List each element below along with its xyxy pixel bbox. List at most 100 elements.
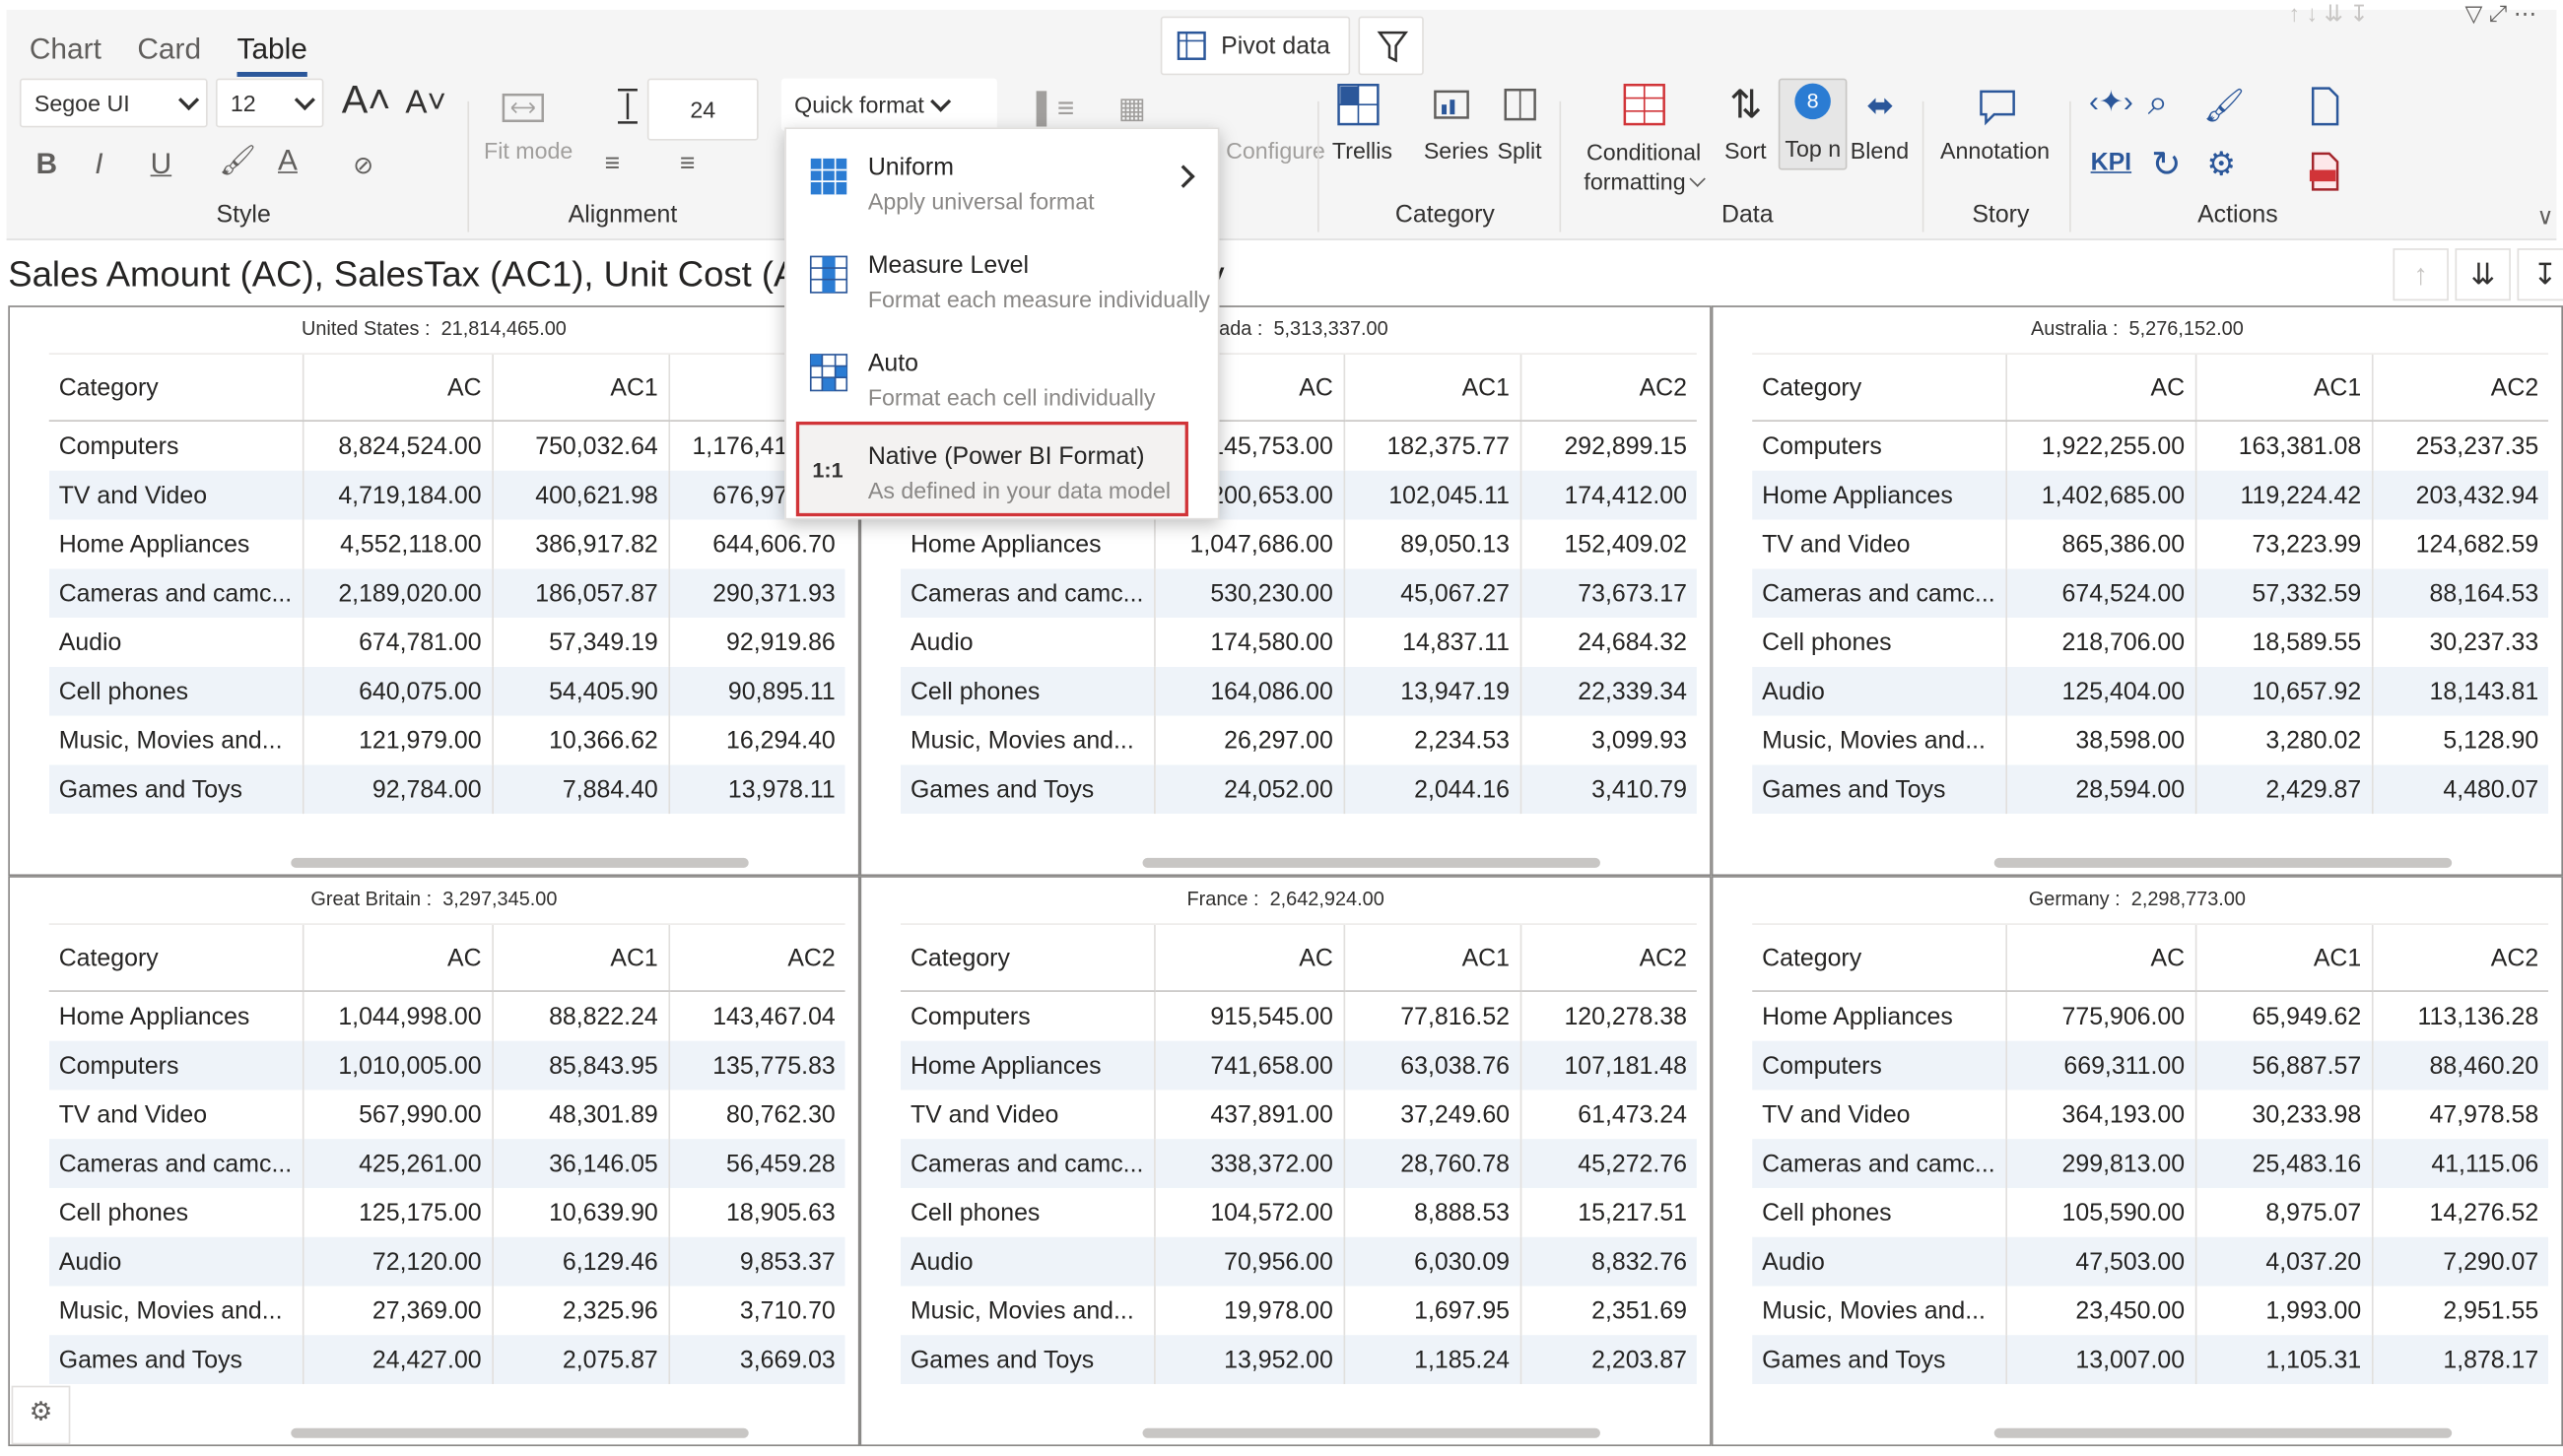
horizontal-scrollbar[interactable] [1993, 857, 2453, 868]
table-row[interactable]: Music, Movies and... 19,978.00 1,697.95 2,3… [901, 1286, 1697, 1336]
expand-all-button[interactable]: ⇊ [2455, 248, 2511, 301]
table-row[interactable]: Games and Toys 24,427.00 2,075.87 3,669.03 [48, 1335, 845, 1385]
table-row[interactable]: Audio 125,404.00 10,657.92 18,143.81 [1752, 666, 2549, 716]
underline-icon[interactable]: U [151, 147, 172, 181]
horizontal-scrollbar[interactable] [291, 1427, 749, 1438]
table-row[interactable]: Cell phones 105,590.00 8,975.07 14,276.52 [1752, 1187, 2549, 1237]
table-row[interactable]: Computers 669,311.00 56,887.57 88,460.20 [1752, 1040, 2549, 1091]
blend-icon[interactable]: ⬌ [1866, 85, 1894, 125]
layout-icon[interactable]: ▦ [1118, 92, 1146, 126]
table-row[interactable]: TV and Video 364,193.00 30,233.98 47,978.58 [1752, 1090, 2549, 1140]
menu-item-measure-level[interactable]: Measure Level Format each measure indivi… [786, 231, 1215, 325]
align-right-icon[interactable]: ≡ [680, 151, 695, 180]
font-size-select[interactable]: 12 [215, 78, 324, 128]
table-row[interactable]: Computers 1,010,005.00 85,843.95 135,775.83 [48, 1040, 845, 1091]
column-header[interactable]: AC2 [1518, 353, 1697, 422]
column-header[interactable]: AC [2004, 353, 2195, 422]
column-header[interactable]: AC [2004, 923, 2195, 992]
table-row[interactable]: TV and Video 865,386.00 73,223.99 124,682.5… [1752, 519, 2549, 569]
table-row[interactable]: Cell phones 164,086.00 13,947.19 22,339.34 [900, 666, 1697, 716]
column-header[interactable]: AC2 [1518, 923, 1697, 992]
column-header[interactable]: AC [302, 353, 493, 422]
top-n-button[interactable]: 8 Top n [1778, 78, 1848, 170]
column-header[interactable]: AC1 [2194, 923, 2373, 992]
table-row[interactable]: Audio 70,956.00 6,030.09 8,832.76 [900, 1236, 1697, 1287]
table-row[interactable]: Cameras and camc... 338,372.00 28,760.78 45… [900, 1139, 1697, 1188]
column-header[interactable]: AC1 [2194, 353, 2373, 422]
hide-icon[interactable]: ⊘ [353, 151, 373, 179]
table-row[interactable]: Computers 1,922,255.00 163,381.08 253,237.3… [1752, 421, 2549, 471]
column-header[interactable]: AC1 [1342, 923, 1520, 992]
table-row[interactable]: Home Appliances 1,402,685.00 119,224.42 203… [1752, 470, 2549, 520]
horizontal-scrollbar[interactable] [1142, 857, 1600, 868]
table-row[interactable]: TV and Video 4,719,184.00 400,621.98 676,97… [48, 470, 845, 520]
italic-icon[interactable]: I [95, 147, 102, 181]
table-row[interactable]: Music, Movies and... 38,598.00 3,280.02 5,1… [1752, 715, 2549, 765]
table-row[interactable]: Games and Toys 28,594.00 2,429.87 4,480.07 [1752, 764, 2549, 815]
bold-icon[interactable]: B [35, 147, 57, 181]
table-row[interactable]: Home Appliances 4,552,118.00 386,917.82 644… [49, 519, 845, 569]
menu-item-uniform[interactable]: Uniform Apply universal format [786, 132, 1215, 227]
sort-icon[interactable]: ⇅ [1729, 82, 1762, 129]
column-header[interactable]: Category [48, 923, 303, 992]
table-row[interactable]: Cameras and camc... 425,261.00 36,146.05 56… [48, 1139, 845, 1188]
column-header[interactable]: AC1 [491, 353, 669, 422]
horizontal-scrollbar[interactable] [1142, 1427, 1600, 1438]
column-header[interactable]: Category [900, 923, 1155, 992]
table-row[interactable]: Cameras and camc... 299,813.00 25,483.16 41… [1752, 1139, 2549, 1188]
column-header[interactable]: AC1 [491, 923, 669, 992]
table-row[interactable]: Cameras and camc... 2,189,020.00 186,057.8… [48, 568, 845, 619]
table-row[interactable]: Computers 915,545.00 77,816.52 120,278.38 [901, 991, 1697, 1041]
table-row[interactable]: Music, Movies and... 27,369.00 2,325.96 3,7… [49, 1286, 845, 1336]
export-settings-icon[interactable] [2305, 85, 2344, 127]
column-header[interactable]: AC [1153, 923, 1344, 992]
tab-card[interactable]: Card [137, 33, 201, 67]
table-row[interactable]: Home Appliances 1,047,686.00 89,050.13 152,… [901, 519, 1697, 569]
column-header[interactable]: AC2 [2371, 353, 2549, 422]
column-header[interactable]: AC2 [2371, 923, 2549, 992]
column-header[interactable]: AC [302, 923, 493, 992]
series-icon[interactable] [1432, 85, 1474, 127]
table-row[interactable]: Cell phones 125,175.00 10,639.90 18,905.63 [49, 1187, 845, 1237]
pivot-data-button[interactable]: Pivot data [1160, 16, 1351, 76]
table-row[interactable]: Cameras and camc... 674,524.00 57,332.59 88… [1752, 568, 2549, 619]
drill-up-icon[interactable]: ↑ ↓ ⇊ ↧ [2288, 0, 2369, 28]
font-family-select[interactable]: Segoe UI [19, 78, 208, 128]
horizontal-scrollbar[interactable] [291, 857, 749, 868]
menu-item-auto[interactable]: Auto Format each cell individually [786, 328, 1215, 423]
split-icon[interactable] [1501, 85, 1543, 127]
align-left-icon[interactable]: ≡ [605, 151, 620, 180]
pdf-icon[interactable] [2305, 151, 2344, 193]
table-row[interactable]: Home Appliances 775,906.00 65,949.62 113,13… [1752, 991, 2549, 1041]
search-icon[interactable]: ⌕ [2148, 82, 2168, 124]
column-header[interactable]: Category [48, 353, 303, 422]
table-row[interactable]: TV and Video 567,990.00 48,301.89 80,762.30 [49, 1090, 845, 1140]
table-row[interactable]: Games and Toys 92,784.00 7,884.40 13,978.11 [48, 764, 845, 815]
tab-chart[interactable]: Chart [30, 33, 101, 67]
filter-settings-button[interactable] [1358, 16, 1424, 76]
table-row[interactable]: Games and Toys 24,052.00 2,044.16 3,410.79 [900, 764, 1697, 815]
table-row[interactable]: Audio 72,120.00 6,129.46 9,853.37 [48, 1236, 845, 1287]
row-height-input[interactable]: 24 [646, 78, 759, 141]
fill-color-icon[interactable]: 🖌︎ [219, 144, 256, 178]
font-color-icon[interactable]: A [278, 144, 298, 178]
table-row[interactable]: Computers 8,824,524.00 750,032.64 1,176,410… [49, 421, 845, 471]
menu-item-native-format[interactable]: 1:1 Native (Power BI Format) As defined … [795, 421, 1188, 517]
column-header[interactable]: Category [1752, 923, 2006, 992]
table-row[interactable]: Cell phones 104,572.00 8,888.53 15,217.51 [901, 1187, 1697, 1237]
table-row[interactable]: Cameras and camc... 530,230.00 45,067.27 73… [900, 568, 1697, 619]
column-header[interactable]: AC1 [1342, 353, 1520, 422]
table-row[interactable]: Cell phones 640,075.00 54,405.90 90,895.11 [48, 666, 845, 716]
column-header[interactable]: Category [1752, 353, 2006, 422]
configure-label[interactable]: Configure [1226, 137, 1325, 164]
fit-mode-icon[interactable] [501, 89, 550, 128]
table-row[interactable]: Home Appliances 1,044,998.00 88,822.24 143,… [49, 991, 845, 1041]
collapse-ribbon-icon[interactable]: ∨ [2536, 203, 2553, 231]
table-row[interactable]: Home Appliances 741,658.00 63,038.76 107,18… [900, 1040, 1697, 1091]
table-row[interactable]: Audio 174,580.00 14,837.11 24,684.32 [901, 618, 1697, 667]
conditional-formatting-icon[interactable] [1622, 82, 1667, 127]
horizontal-scrollbar[interactable] [1993, 1427, 2453, 1438]
table-row[interactable]: Cell phones 218,706.00 18,589.55 30,237.33 [1752, 618, 2549, 667]
table-row[interactable]: Audio 674,781.00 57,349.19 92,919.86 [49, 618, 845, 667]
refresh-icon[interactable]: ↻ [2151, 144, 2182, 186]
